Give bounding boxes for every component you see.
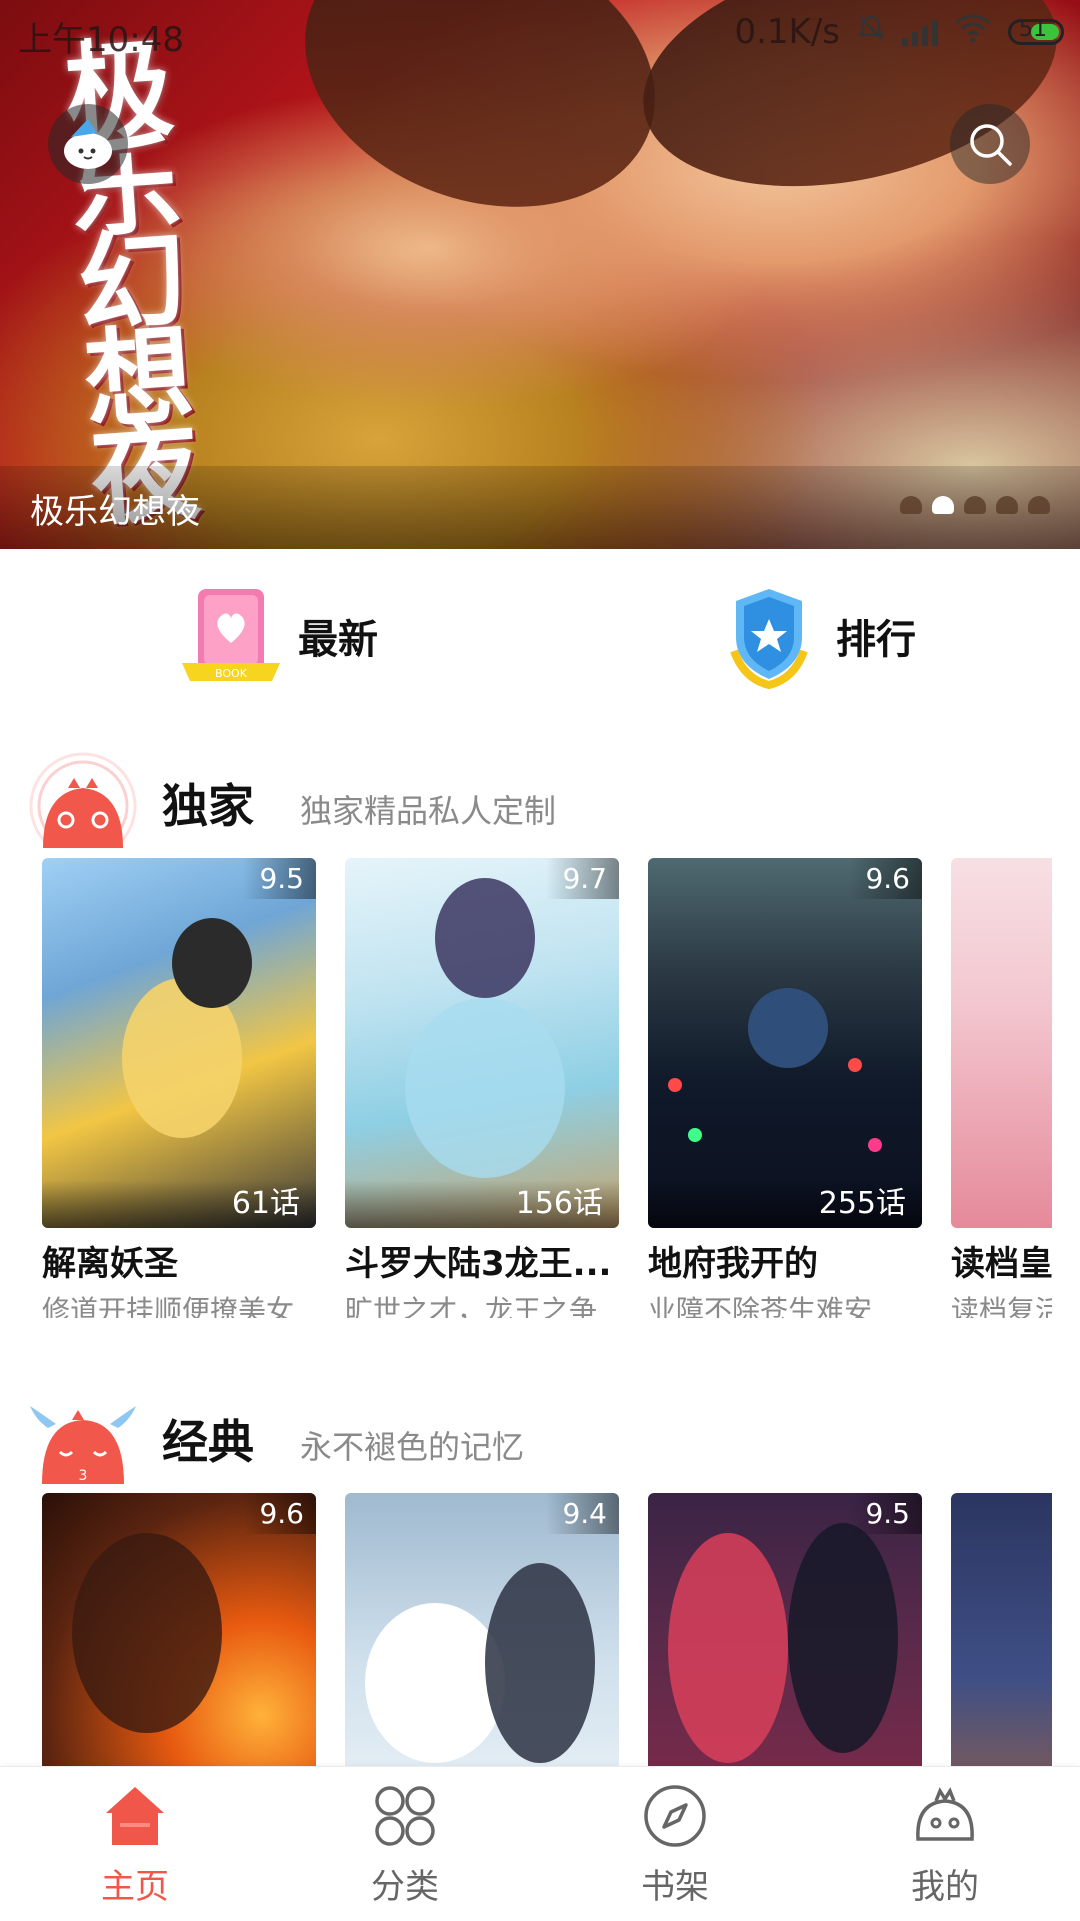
pager-dot[interactable] [900,496,922,514]
comic-card[interactable]: 读档皇 读档复活 [951,858,1052,1318]
classic-comic-row[interactable]: 9.6 9.4 9.5 [42,1493,1052,1766]
comic-episodes: 156话 [345,1180,619,1228]
svg-text:3: 3 [79,1468,88,1484]
comic-score: 9.5 [243,858,316,899]
comic-cover[interactable]: 9.7 156话 [345,858,619,1228]
comic-cover[interactable]: 9.5 [648,1493,922,1766]
status-time: 上午10:48 [18,20,184,60]
mascot-face-icon [916,1787,974,1841]
banner-pager-dots [900,496,1050,514]
search-icon [970,124,1012,166]
nav-category[interactable]: 分类 [270,1767,540,1921]
comic-title: 解离妖圣 [42,1244,178,1284]
home-icon [106,1787,164,1845]
comic-cover[interactable]: 9.4 [345,1493,619,1766]
nav-mine-label: 我的 [911,1867,979,1907]
comic-score: 9.4 [546,1493,619,1534]
section-header-classic: 3 经典 永不褪色的记忆 [28,1384,1068,1484]
comic-card[interactable]: 9.5 [648,1493,922,1766]
mute-icon [856,12,886,52]
comic-score: 9.6 [243,1493,316,1534]
comic-card[interactable]: 9.6 255话 地府我开的 业障不除苍生难安 [648,858,922,1318]
pager-dot[interactable] [996,496,1018,514]
comic-title: 读档皇 [951,1244,1052,1284]
comic-desc: 业障不除苍生难安 [648,1294,873,1318]
banner-caption: 极乐幻想夜 [30,492,200,532]
latest-label: 最新 [298,617,378,663]
nav-home-label: 主页 [101,1867,169,1907]
comic-score: 9.6 [849,858,922,899]
comic-episodes: 61话 [42,1180,316,1228]
ranking-shield-icon [730,589,808,690]
pager-dot[interactable] [1028,496,1050,514]
search-button[interactable] [950,104,1030,184]
comic-card[interactable]: 9.5 61话 解离妖圣 修道开挂顺便撩美女 [42,858,316,1318]
comic-cover[interactable] [951,1493,1052,1766]
section-subtitle: 独家精品私人定制 [300,792,557,830]
section-header-exclusive: 独家 独家精品私人定制 [28,748,1068,848]
net-speed: 0.1K/s [734,12,840,52]
book-heart-icon: BOOK [182,589,280,681]
section-subtitle: 永不褪色的记忆 [300,1428,525,1466]
comic-cover[interactable]: 9.6 255话 [648,858,922,1228]
comic-cover[interactable]: 9.6 [42,1493,316,1766]
section-title: 独家 [162,779,254,833]
battery-icon: 51 [1008,17,1064,45]
latest-entry[interactable]: BOOK 最新 [176,576,378,696]
nav-mine[interactable]: 我的 [810,1767,1080,1921]
comic-card[interactable]: 9.7 156话 斗罗大陆3龙王... 旷世之才，龙王之争 [345,858,619,1318]
nav-category-label: 分类 [371,1867,439,1907]
compass-icon [644,1785,706,1847]
exclusive-mascot-icon [29,752,137,848]
comic-cover[interactable] [951,858,1052,1228]
bottom-navigation: 主页 分类 书架 我的 [0,1766,1080,1921]
comic-desc: 修道开挂顺便撩美女 [42,1294,295,1318]
nav-bookshelf-label: 书架 [641,1867,709,1907]
comic-episodes: 255话 [648,1180,922,1228]
wifi-icon [954,12,992,52]
profile-avatar-button[interactable] [48,104,128,184]
status-bar: 上午10:48 0.1K/s 51 [0,0,1080,64]
comic-cover[interactable]: 9.5 61话 [42,858,316,1228]
section-title: 经典 [162,1415,254,1469]
comic-score: 9.5 [849,1493,922,1534]
comic-desc: 读档复活 [951,1294,1052,1318]
comic-score: 9.7 [546,858,619,899]
signal-icon [902,18,938,46]
pager-dot[interactable] [964,496,986,514]
ranking-entry[interactable]: 排行 [714,576,916,696]
book-badge: BOOK [215,667,248,680]
classic-mascot-icon: 3 [30,1406,136,1484]
category-grid-icon [375,1786,435,1846]
comic-card[interactable]: 9.6 [42,1493,316,1766]
hero-banner[interactable]: 极乐幻想夜 上午10:48 0.1K/s 51 极乐幻想夜 [0,0,1080,549]
mascot-avatar-icon [64,119,112,169]
exclusive-comic-row[interactable]: 9.5 61话 解离妖圣 修道开挂顺便撩美女 9.7 156话 斗罗大陆3龙王.… [42,858,1052,1318]
nav-home[interactable]: 主页 [0,1767,270,1921]
comic-title: 斗罗大陆3龙王... [345,1244,612,1284]
comic-title: 地府我开的 [648,1244,818,1284]
nav-bookshelf[interactable]: 书架 [540,1767,810,1921]
comic-card[interactable]: 9.4 [345,1493,619,1766]
comic-desc: 旷世之才，龙王之争 [345,1294,598,1318]
pager-dot-active[interactable] [932,496,954,514]
comic-card[interactable] [951,1493,1052,1766]
battery-level: 51 [1019,17,1047,42]
banner-caption-bar: 极乐幻想夜 [0,466,1080,549]
ranking-label: 排行 [836,617,916,663]
